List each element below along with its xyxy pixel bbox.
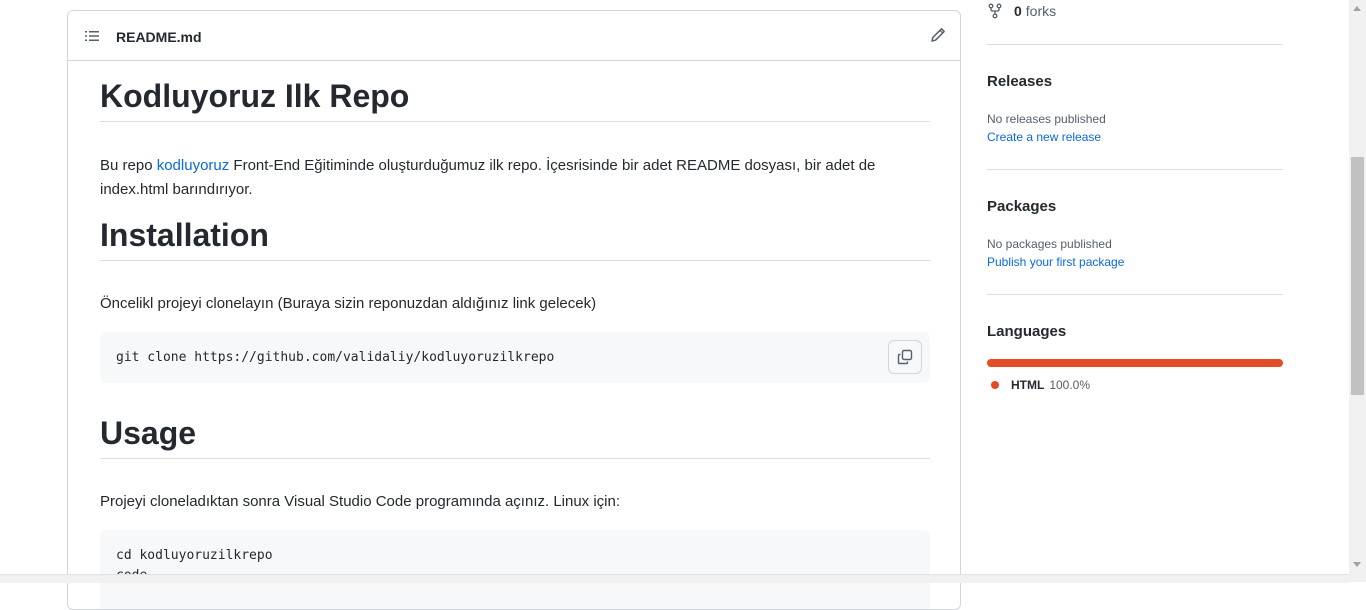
forks-count: 0 (1014, 3, 1022, 19)
pencil-icon[interactable] (930, 27, 946, 43)
forks-label: forks (1025, 3, 1057, 19)
usage-heading: Usage (100, 415, 930, 459)
releases-text: No releases published (987, 112, 1106, 126)
forks-link[interactable]: 0 forks (987, 2, 1056, 20)
divider (987, 169, 1283, 170)
divider (987, 44, 1283, 45)
language-color-dot (991, 381, 999, 389)
scroll-thumb[interactable] (1351, 157, 1364, 395)
readme-card: README.md Kodluyoruz Ilk Repo Bu repo ko… (67, 10, 961, 610)
packages-title[interactable]: Packages (987, 198, 1056, 215)
readme-header: README.md (68, 11, 960, 61)
usage-text: Projeyi cloneladıktan sonra Visual Studi… (100, 493, 621, 510)
clone-code-block: git clone https://github.com/validaliy/k… (100, 332, 930, 383)
installation-heading: Installation (100, 217, 930, 261)
readme-title: Kodluyoruz Ilk Repo (100, 78, 930, 122)
divider (987, 294, 1283, 295)
language-bar-html (987, 359, 1283, 367)
kodluyoruz-link[interactable]: kodluyoruz (157, 157, 230, 174)
create-release-link[interactable]: Create a new release (987, 130, 1101, 144)
publish-package-link[interactable]: Publish your first package (987, 255, 1124, 269)
clone-command[interactable]: git clone https://github.com/validaliy/k… (116, 348, 914, 368)
languages-title: Languages (987, 323, 1067, 340)
usage-code-block: cd kodluyoruzilkrepo code . (100, 530, 930, 609)
scroll-down-arrow-icon[interactable] (1353, 562, 1361, 567)
scroll-up-arrow-icon[interactable] (1353, 6, 1361, 11)
copy-icon (897, 349, 913, 365)
readme-filename: README.md (116, 29, 202, 45)
installation-text: Öncelikl projeyi clonelayın (Buraya sizi… (100, 295, 597, 312)
packages-text: No packages published (987, 237, 1112, 251)
language-percent: 100.0% (1049, 378, 1091, 392)
releases-title[interactable]: Releases (987, 73, 1052, 90)
language-name: HTML (1011, 378, 1045, 392)
intro-text-before: Bu repo (100, 157, 157, 174)
language-item-html[interactable]: HTML 100.0% (991, 377, 1090, 393)
fork-icon (988, 3, 1002, 19)
vertical-scrollbar[interactable] (1349, 0, 1366, 582)
copy-button[interactable] (888, 340, 922, 374)
usage-code-line-1[interactable]: cd kodluyoruzilkrepo (116, 546, 914, 566)
intro-paragraph: Bu repo kodluyoruz Front-End Eğitiminde … (100, 154, 930, 202)
list-icon[interactable] (84, 28, 100, 44)
